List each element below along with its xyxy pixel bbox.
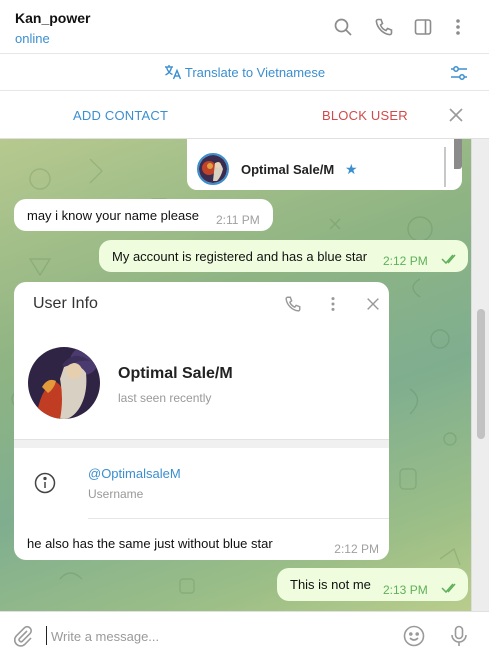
chat-scrollbar[interactable] bbox=[471, 139, 489, 611]
chat-header: Kan_power online bbox=[0, 0, 489, 54]
microphone-icon[interactable] bbox=[447, 624, 471, 648]
message-text: This is not me bbox=[290, 577, 371, 592]
section-divider bbox=[14, 439, 389, 448]
info-icon bbox=[34, 472, 56, 494]
avatar[interactable] bbox=[28, 347, 100, 419]
message-text: My account is registered and has a blue … bbox=[112, 249, 368, 264]
close-icon[interactable] bbox=[447, 106, 465, 124]
translate-settings-icon[interactable] bbox=[449, 63, 469, 83]
avatar bbox=[197, 153, 229, 185]
add-contact-button[interactable]: ADD CONTACT bbox=[73, 108, 168, 123]
message-time: 2:11 PM bbox=[216, 213, 260, 227]
user-info-last-seen: last seen recently bbox=[118, 391, 212, 405]
close-icon[interactable] bbox=[362, 293, 384, 315]
message-time: 2:12 PM bbox=[334, 542, 379, 556]
row-separator bbox=[88, 518, 389, 519]
verified-star-icon: ★ bbox=[345, 161, 358, 177]
pinned-contact[interactable]: Optimal Sale/M ★ bbox=[187, 139, 462, 190]
user-info-name: Optimal Sale/M bbox=[118, 365, 233, 382]
read-receipt-icon bbox=[441, 254, 456, 265]
user-info-card: User Info Optimal Sale/M last seen recen… bbox=[14, 282, 389, 560]
translate-icon bbox=[164, 64, 182, 83]
translate-label: Translate to Vietnamese bbox=[184, 65, 326, 80]
user-info-title: User Info bbox=[33, 295, 98, 312]
more-icon[interactable] bbox=[322, 293, 344, 315]
scrollbar-thumb[interactable] bbox=[477, 309, 485, 439]
phone-icon[interactable] bbox=[372, 15, 396, 39]
read-receipt-icon bbox=[441, 583, 456, 594]
message-text[interactable]: he also has the same just without blue s… bbox=[27, 536, 273, 551]
message-time: 2:13 PM bbox=[383, 583, 428, 597]
message-bubble[interactable]: may i know your name please 2:11 PM bbox=[14, 199, 273, 231]
attach-icon[interactable] bbox=[11, 624, 35, 648]
sidebar-toggle-icon[interactable] bbox=[411, 15, 435, 39]
contact-action-bar: ADD CONTACT BLOCK USER bbox=[0, 91, 489, 139]
translate-button[interactable]: Translate to Vietnamese bbox=[0, 64, 489, 83]
block-user-button[interactable]: BLOCK USER bbox=[322, 108, 408, 123]
message-time: 2:12 PM bbox=[383, 254, 428, 268]
message-text: may i know your name please bbox=[27, 208, 199, 223]
message-composer bbox=[0, 611, 489, 659]
username-link[interactable]: @OptimalsaleM bbox=[88, 466, 181, 481]
chat-title[interactable]: Kan_power bbox=[15, 10, 90, 26]
translate-bar: Translate to Vietnamese bbox=[0, 54, 489, 91]
more-icon[interactable] bbox=[446, 15, 470, 39]
message-bubble[interactable]: My account is registered and has a blue … bbox=[99, 240, 468, 272]
message-bubble[interactable]: This is not me 2:13 PM bbox=[277, 568, 468, 601]
text-cursor bbox=[46, 626, 47, 645]
search-icon[interactable] bbox=[331, 15, 355, 39]
emoji-icon[interactable] bbox=[402, 624, 426, 648]
message-input[interactable] bbox=[51, 627, 381, 645]
username-label: Username bbox=[88, 487, 144, 501]
pinned-edge bbox=[454, 139, 462, 169]
pinned-divider bbox=[444, 147, 446, 187]
phone-icon[interactable] bbox=[282, 293, 304, 315]
chat-status: online bbox=[15, 31, 50, 46]
pinned-contact-name: Optimal Sale/M bbox=[241, 162, 335, 177]
